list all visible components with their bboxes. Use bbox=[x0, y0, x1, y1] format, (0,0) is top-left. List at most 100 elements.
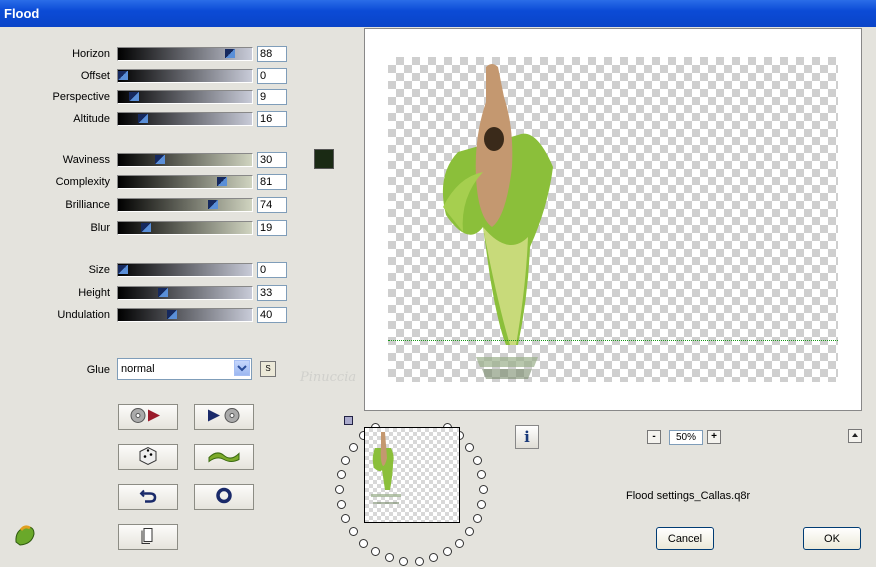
slider-value-input[interactable]: 19 bbox=[257, 220, 287, 236]
zoom-level: 50% bbox=[669, 430, 703, 445]
glue-value: normal bbox=[121, 363, 155, 375]
slider-thumb[interactable] bbox=[216, 177, 227, 186]
slider-track[interactable] bbox=[117, 308, 253, 322]
water-color-swatch[interactable] bbox=[314, 149, 334, 169]
glue-select[interactable]: normal bbox=[117, 358, 252, 380]
navigator-dot bbox=[348, 527, 358, 537]
navigator-dot bbox=[429, 553, 439, 563]
slider-label: Horizon bbox=[72, 48, 110, 60]
navigator-thumbnail[interactable] bbox=[364, 427, 460, 523]
navigator-dot bbox=[371, 547, 380, 557]
presets-button[interactable] bbox=[118, 404, 178, 430]
slider-track[interactable] bbox=[117, 175, 253, 189]
info-button[interactable]: i bbox=[515, 425, 539, 449]
wave-button[interactable] bbox=[194, 444, 254, 470]
slider-row-perspective: Perspective 9 bbox=[0, 89, 290, 105]
circle-icon bbox=[215, 487, 233, 508]
slider-row-altitude: Altitude 16 bbox=[0, 111, 290, 127]
slider-row-brilliance: Brilliance 74 bbox=[0, 197, 290, 213]
slider-track[interactable] bbox=[117, 90, 253, 104]
navigator-dot bbox=[465, 442, 475, 452]
slider-row-offset: Offset 0 bbox=[0, 68, 290, 84]
slider-label: Perspective bbox=[52, 91, 110, 103]
ok-button[interactable]: OK bbox=[803, 527, 861, 550]
window-title: Flood bbox=[4, 6, 40, 21]
slider-value-input[interactable]: 33 bbox=[257, 285, 287, 301]
collapse-button[interactable] bbox=[848, 429, 862, 443]
slider-track[interactable] bbox=[117, 286, 253, 300]
slider-thumb[interactable] bbox=[141, 223, 152, 232]
navigator-dot bbox=[336, 470, 346, 480]
wave-icon bbox=[207, 448, 241, 467]
slider-thumb[interactable] bbox=[158, 288, 169, 297]
slider-thumb[interactable] bbox=[208, 200, 219, 209]
navigator-dot bbox=[341, 455, 351, 465]
zoom-in-button[interactable]: + bbox=[707, 430, 721, 444]
zoom-out-button[interactable]: - bbox=[647, 430, 661, 444]
slider-track[interactable] bbox=[117, 198, 253, 212]
preview-panel[interactable] bbox=[364, 28, 862, 411]
copy-button[interactable] bbox=[118, 524, 178, 550]
horizon-line[interactable] bbox=[388, 340, 838, 341]
slider-track[interactable] bbox=[117, 112, 253, 126]
slider-thumb[interactable] bbox=[137, 114, 148, 123]
slider-row-complexity: Complexity 81 bbox=[0, 174, 290, 190]
play-button[interactable] bbox=[194, 404, 254, 430]
slider-value-input[interactable]: 74 bbox=[257, 197, 287, 213]
slider-label: Blur bbox=[90, 222, 110, 234]
navigator-dot bbox=[399, 556, 409, 566]
copy-icon bbox=[140, 527, 156, 548]
navigator-dot bbox=[414, 556, 424, 566]
reset-button[interactable] bbox=[118, 484, 178, 510]
cancel-button[interactable]: Cancel bbox=[656, 527, 714, 550]
slider-row-horizon: Horizon 88 bbox=[0, 46, 290, 62]
navigator-dot bbox=[455, 538, 465, 548]
navigator-dot bbox=[335, 485, 344, 494]
slider-thumb[interactable] bbox=[128, 92, 139, 101]
reset-icon bbox=[139, 487, 157, 508]
slider-track[interactable] bbox=[117, 263, 253, 277]
slider-thumb[interactable] bbox=[118, 71, 128, 80]
navigator-dot bbox=[477, 470, 487, 480]
callas-image bbox=[442, 64, 553, 379]
slider-value-input[interactable]: 81 bbox=[257, 174, 287, 190]
slider-label: Waviness bbox=[62, 154, 110, 166]
chevron-down-icon[interactable] bbox=[234, 360, 250, 376]
navigator-dot bbox=[358, 538, 368, 548]
navigator-dot bbox=[465, 527, 475, 537]
slider-value-input[interactable]: 30 bbox=[257, 152, 287, 168]
slider-thumb[interactable] bbox=[225, 49, 236, 58]
slider-label: Complexity bbox=[55, 176, 110, 188]
slider-row-blur: Blur 19 bbox=[0, 220, 290, 236]
slider-thumb[interactable] bbox=[154, 155, 165, 164]
slider-label: Size bbox=[88, 264, 110, 276]
navigator-dot bbox=[472, 514, 482, 524]
slider-track[interactable] bbox=[117, 69, 253, 83]
slider-value-input[interactable]: 9 bbox=[257, 89, 287, 105]
fu-logo-icon bbox=[12, 522, 38, 551]
preview-canvas bbox=[388, 57, 838, 382]
slider-label: Offset bbox=[80, 70, 110, 82]
slider-thumb[interactable] bbox=[118, 265, 128, 274]
slider-track[interactable] bbox=[117, 47, 253, 61]
slider-value-input[interactable]: 88 bbox=[257, 46, 287, 62]
slider-value-input[interactable]: 40 bbox=[257, 307, 287, 323]
random-icon bbox=[137, 446, 159, 469]
slider-value-input[interactable]: 0 bbox=[257, 68, 287, 84]
slider-track[interactable] bbox=[117, 221, 253, 235]
slider-row-undulation: Undulation 40 bbox=[0, 307, 290, 323]
glue-s-button[interactable]: S bbox=[260, 361, 276, 377]
slider-track[interactable] bbox=[117, 153, 253, 167]
slider-label: Undulation bbox=[57, 309, 110, 321]
random-button[interactable] bbox=[118, 444, 178, 470]
navigator-dot bbox=[341, 514, 351, 524]
navigator-marker-icon[interactable] bbox=[344, 416, 353, 425]
slider-label: Altitude bbox=[73, 113, 110, 125]
slider-thumb[interactable] bbox=[166, 310, 177, 319]
circle-button[interactable] bbox=[194, 484, 254, 510]
slider-value-input[interactable]: 16 bbox=[257, 111, 287, 127]
slider-label: Brilliance bbox=[65, 199, 110, 211]
navigator-dot bbox=[384, 553, 394, 563]
slider-row-size: Size 0 bbox=[0, 262, 290, 278]
slider-value-input[interactable]: 0 bbox=[257, 262, 287, 278]
